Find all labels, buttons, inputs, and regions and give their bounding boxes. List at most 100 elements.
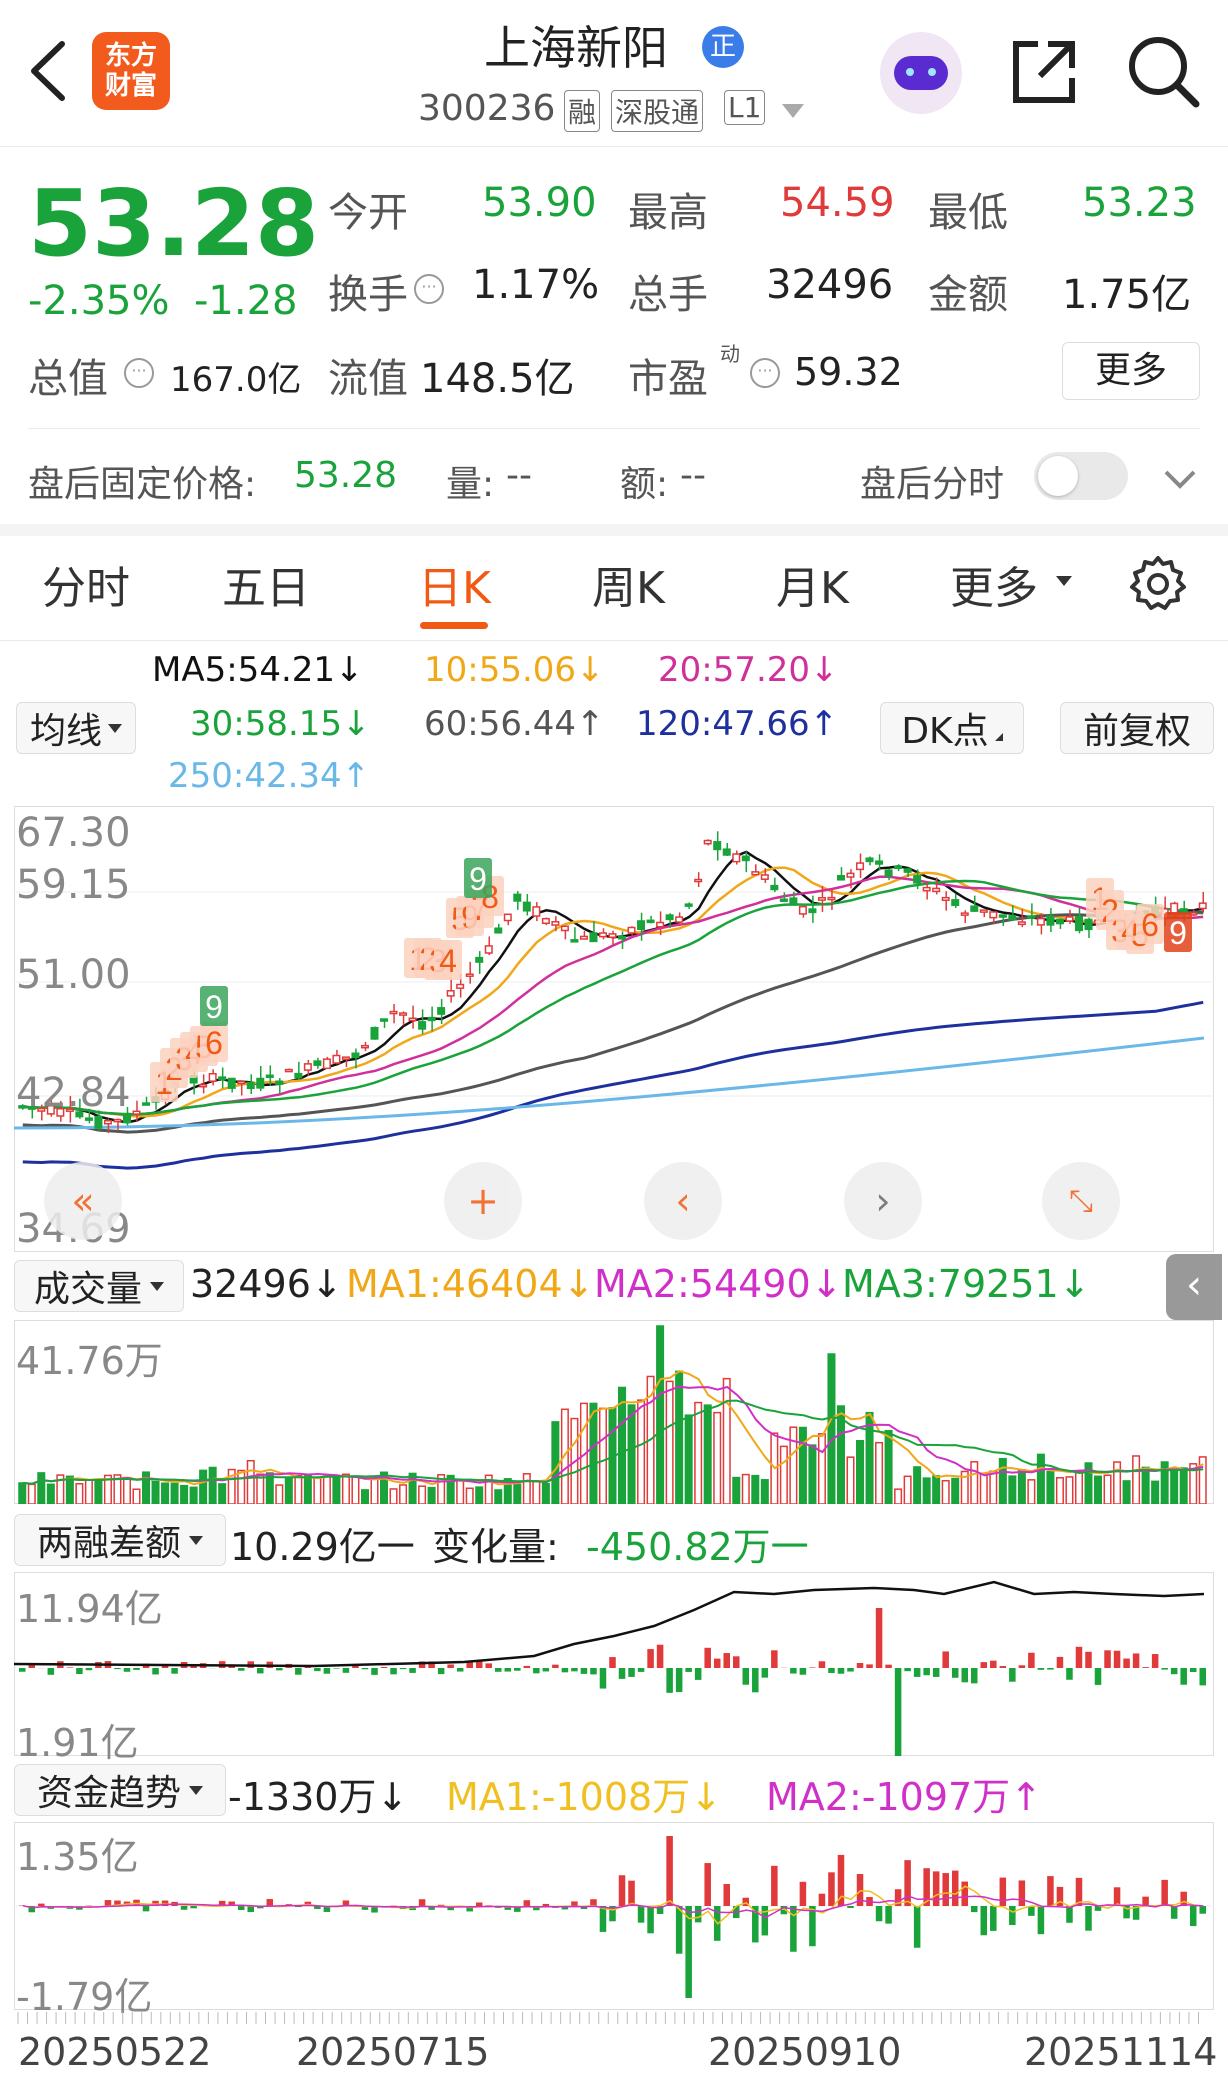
margin-value: 10.29亿一 — [230, 1525, 415, 1569]
capital-bar — [1113, 1887, 1121, 1906]
margin-bar — [1170, 1668, 1178, 1675]
volume-bar — [970, 1461, 979, 1504]
candle-body — [913, 875, 922, 884]
margin-svg — [14, 1580, 1206, 1756]
low-label: 最低 — [928, 190, 1008, 236]
capital-bar — [599, 1906, 607, 1932]
capital-bar — [837, 1854, 845, 1906]
signal-orange-text: 6 — [205, 1025, 223, 1061]
robot-icon[interactable] — [880, 32, 962, 114]
candle-body — [227, 1077, 236, 1089]
candle-body — [84, 1117, 93, 1121]
capital-bar — [647, 1906, 654, 1934]
code-dropdown-icon[interactable] — [782, 104, 804, 118]
volume-bar — [475, 1486, 484, 1504]
margin-bar — [656, 1644, 664, 1668]
capital-selector[interactable]: 资金趋势 — [14, 1764, 226, 1816]
signal-green-text: 9 — [205, 989, 223, 1025]
share-button[interactable] — [1008, 36, 1080, 108]
candle-body — [1017, 921, 1026, 926]
date-ticks — [17, 2012, 1199, 2024]
volume-bar — [951, 1477, 960, 1504]
ma-selector[interactable]: 均线 — [16, 702, 136, 754]
gear-icon — [1130, 556, 1186, 610]
pe-info-icon[interactable]: ··· — [750, 358, 780, 388]
fullscreen-button[interactable]: ⤡ — [1042, 1162, 1120, 1240]
volume-bar — [94, 1479, 103, 1504]
ma20-legend: 20:57.20↓ — [658, 650, 839, 690]
signal-green-text: 9 — [469, 861, 487, 897]
pe-label: 市盈 — [628, 356, 708, 402]
high-label: 最高 — [628, 190, 708, 236]
zoom-in-button[interactable]: + — [444, 1162, 522, 1240]
candle-body — [665, 914, 674, 921]
volume-bar — [427, 1486, 436, 1504]
after-hours-amt: -- — [680, 455, 706, 496]
turnover-info-icon[interactable]: ··· — [414, 274, 444, 304]
margin-bar — [837, 1668, 845, 1674]
volume-bar — [341, 1473, 350, 1504]
tab-weekly-k[interactable]: 周K — [592, 552, 665, 616]
capital-bar — [628, 1880, 635, 1906]
capital-bar — [875, 1906, 883, 1922]
margin-bar — [561, 1668, 569, 1673]
scroll-left-button[interactable]: ‹ — [644, 1162, 722, 1240]
badge-icon: 正 — [702, 26, 744, 68]
margin-bar — [1142, 1667, 1149, 1668]
candle-body — [237, 1080, 246, 1085]
candle-body — [284, 1068, 293, 1073]
tab-intraday[interactable]: 分时 — [42, 552, 130, 616]
app-logo[interactable]: 东方 财富 — [92, 32, 170, 110]
capital-value: -1330万↓ — [228, 1775, 409, 1819]
back-button[interactable] — [22, 36, 72, 106]
adjust-button[interactable]: 前复权 — [1060, 702, 1214, 754]
volume-bar — [142, 1471, 151, 1504]
tab-daily-k[interactable]: 日K — [418, 552, 491, 616]
search-button[interactable] — [1124, 32, 1202, 110]
volume-bar — [332, 1476, 341, 1504]
candle-body — [456, 983, 465, 989]
margin-bar — [314, 1668, 321, 1672]
margin-bar — [1123, 1658, 1130, 1668]
settings-button[interactable] — [1128, 554, 1188, 614]
amount-value: 1.75亿 — [1062, 272, 1192, 318]
after-hours-toggle[interactable] — [1034, 452, 1128, 500]
capital-bar — [942, 1873, 949, 1906]
open-label: 今开 — [328, 190, 408, 236]
margin-bar — [523, 1665, 531, 1668]
volume-selector[interactable]: 成交量 — [14, 1260, 184, 1312]
margin-bar — [1104, 1650, 1111, 1668]
margin-bar — [932, 1668, 940, 1677]
tab-more[interactable]: 更多 — [950, 552, 1038, 616]
side-panel-toggle[interactable]: ‹ — [1166, 1254, 1222, 1320]
margin-bar — [847, 1668, 854, 1672]
tab-five-day[interactable]: 五日 — [222, 552, 310, 616]
expand-chevron[interactable] — [1160, 460, 1200, 500]
signal-orange-text: 4 — [439, 943, 457, 979]
more-button[interactable]: 更多 — [1062, 342, 1200, 400]
kline-y-2: 59.15 — [16, 862, 131, 908]
margin-bar — [742, 1668, 750, 1685]
margin-selector[interactable]: 两融差额 — [14, 1514, 226, 1566]
ma250-legend: 250:42.34↑ — [168, 756, 371, 796]
volume-bar — [303, 1473, 312, 1504]
candle-body — [513, 893, 522, 902]
dk-point-button[interactable]: DK点 — [880, 702, 1024, 754]
rewind-button[interactable]: « — [44, 1162, 122, 1240]
margin-bar — [504, 1668, 512, 1672]
volume-ma1: MA1:46404↓ — [346, 1262, 595, 1306]
volume-bar — [494, 1489, 503, 1504]
scroll-right-button[interactable]: › — [844, 1162, 922, 1240]
candle-body — [875, 860, 884, 865]
mcap-info-icon[interactable]: ··· — [124, 358, 154, 388]
capital-bar — [818, 1893, 826, 1906]
margin-dropdown-icon — [189, 1535, 203, 1545]
candle-body — [1008, 915, 1017, 921]
candle-body — [770, 884, 779, 891]
candle-body — [132, 1110, 141, 1115]
volume-bar — [246, 1459, 255, 1504]
volume-value: 32496 — [766, 262, 894, 308]
tab-monthly-k[interactable]: 月K — [776, 552, 849, 616]
candle-body — [1170, 902, 1179, 914]
margin-bar — [1132, 1653, 1140, 1668]
